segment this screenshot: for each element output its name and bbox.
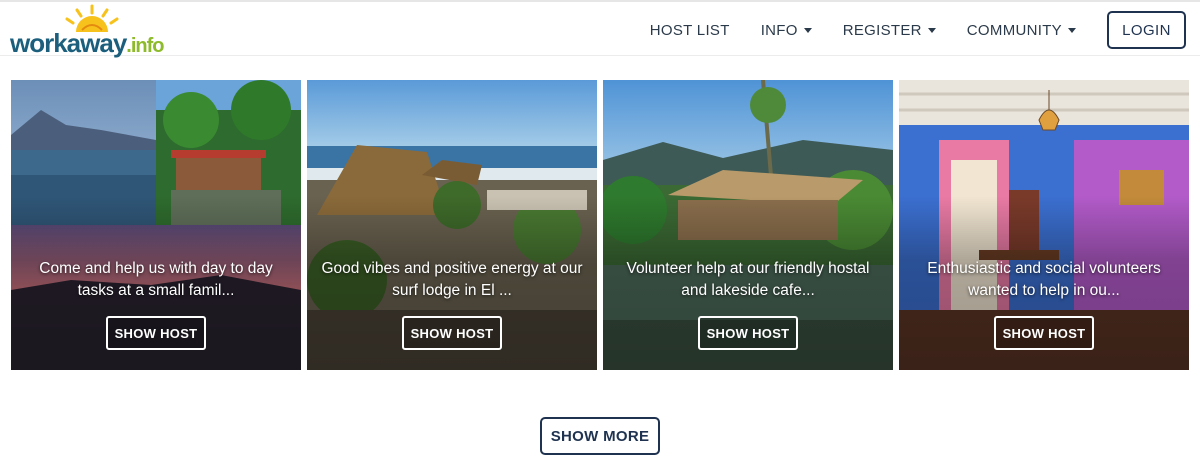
nav-register-dropdown[interactable]: REGISTER	[843, 22, 936, 39]
host-card-grid: Come and help us with day to day tasks a…	[11, 80, 1189, 370]
host-card[interactable]: Enthusiastic and social volunteers wante…	[899, 80, 1189, 370]
caret-down-icon	[927, 27, 936, 33]
host-description: Enthusiastic and social volunteers wante…	[927, 260, 1161, 299]
host-description: Volunteer help at our friendly hostal an…	[626, 260, 870, 299]
workaway-logo[interactable]: workaway.info	[10, 4, 170, 58]
show-more-button[interactable]: SHOW MORE	[540, 417, 660, 455]
nav-host-list[interactable]: HOST LIST	[650, 22, 730, 39]
top-navigation-bar: workaway.info HOST LIST INFO REGISTER CO…	[0, 0, 1200, 58]
nav-community-dropdown[interactable]: COMMUNITY	[967, 22, 1076, 39]
logo-wordmark: workaway	[10, 28, 127, 58]
nav-info-dropdown[interactable]: INFO	[761, 22, 812, 39]
show-host-button[interactable]: SHOW HOST	[106, 316, 206, 350]
show-host-button[interactable]: SHOW HOST	[402, 316, 502, 350]
caret-down-icon	[803, 27, 812, 33]
login-button[interactable]: LOGIN	[1107, 11, 1186, 49]
nav-community-label: COMMUNITY	[966, 21, 1062, 39]
host-card[interactable]: Come and help us with day to day tasks a…	[11, 80, 301, 370]
nav-info-label: INFO	[760, 21, 798, 39]
main-nav: HOST LIST INFO REGISTER COMMUNITY LOGIN	[650, 2, 1200, 58]
nav-register-label: REGISTER	[842, 21, 922, 39]
caret-down-icon	[1068, 27, 1076, 33]
host-card[interactable]: Good vibes and positive energy at our su…	[307, 80, 597, 370]
host-description: Good vibes and positive energy at our su…	[321, 260, 583, 299]
show-host-button[interactable]: SHOW HOST	[994, 316, 1094, 350]
show-host-button[interactable]: SHOW HOST	[698, 316, 798, 350]
host-description: Come and help us with day to day tasks a…	[39, 260, 273, 299]
nav-host-list-label: HOST LIST	[649, 21, 730, 39]
logo-suffix: .info	[126, 35, 164, 57]
host-card[interactable]: Volunteer help at our friendly hostal an…	[603, 80, 893, 370]
